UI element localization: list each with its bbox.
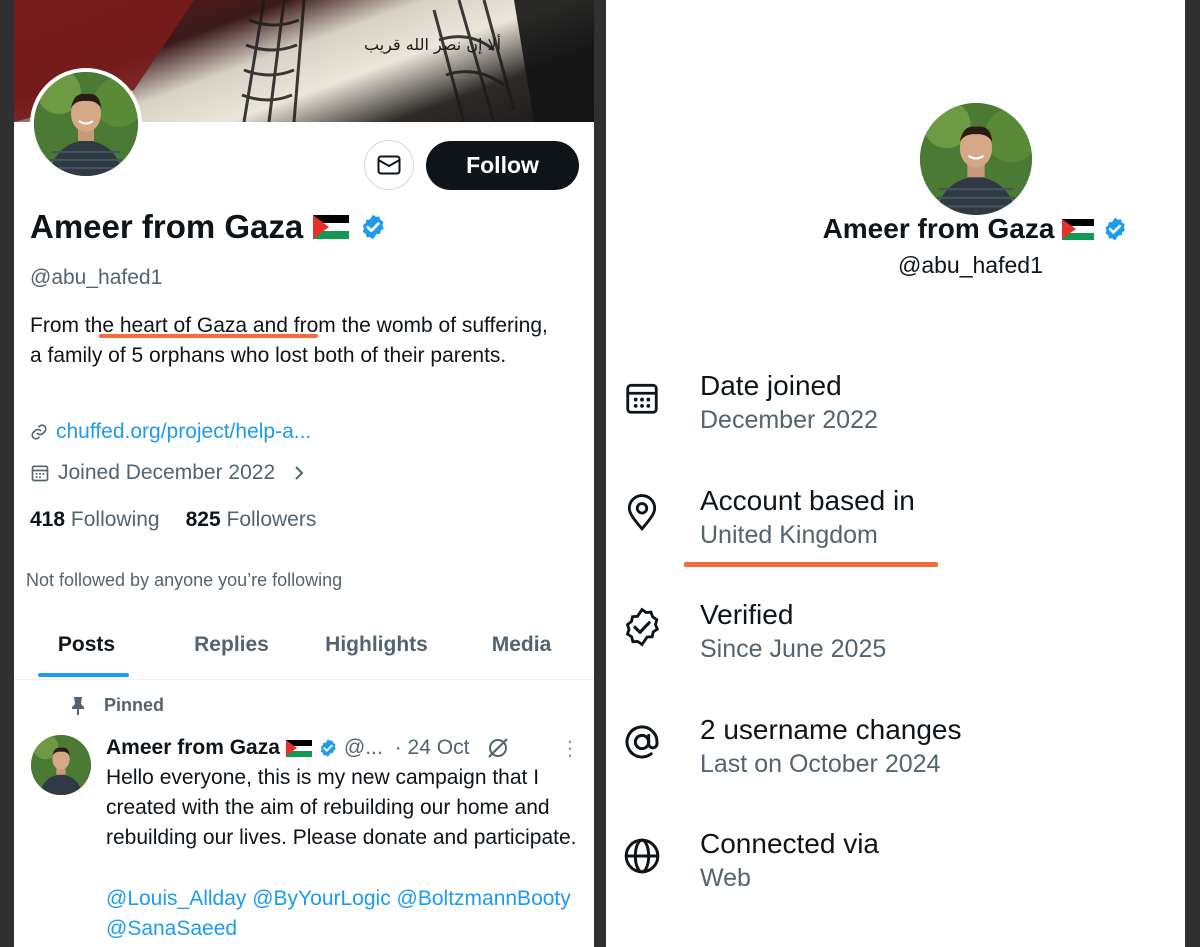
follow-button[interactable]: Follow	[426, 141, 579, 190]
info-title: Account based in	[700, 485, 915, 516]
mail-icon	[377, 155, 401, 175]
info-row-username-changes: 2 username changes Last on October 2024	[606, 714, 1185, 804]
profile-name-row: Ameer from Gaza	[30, 208, 387, 246]
info-title: Connected via	[700, 828, 880, 859]
info-value: Since June 2025	[700, 635, 887, 663]
info-row-connected-via: Connected via Web	[606, 828, 1185, 918]
pinned-indicator: Pinned	[70, 695, 164, 716]
calendar-icon	[622, 378, 662, 418]
info-row-date-joined: Date joined December 2022	[606, 370, 1185, 460]
about-name-row: Ameer from Gaza	[606, 213, 1185, 245]
profile-tabs: Posts Replies Highlights Media	[14, 610, 594, 680]
not-followed-note: Not followed by anyone you’re following	[26, 570, 343, 590]
info-value: United Kingdom	[700, 521, 878, 549]
joined-row[interactable]: Joined December 2022	[30, 461, 307, 485]
verified-badge-icon	[622, 607, 662, 647]
info-value: Last on October 2024	[700, 750, 941, 778]
tab-posts[interactable]: Posts	[14, 610, 159, 679]
post-header: Ameer from Gaza @... · 24 Oct	[106, 735, 511, 761]
info-title: Verified	[700, 599, 794, 630]
at-sign-icon	[622, 722, 662, 762]
post-date[interactable]: · 24 Oct	[395, 736, 470, 760]
followers-link[interactable]: 825 Followers	[186, 508, 317, 532]
verified-badge-icon[interactable]	[359, 213, 387, 241]
pinned-label: Pinned	[104, 695, 165, 715]
palestine-flag-icon	[313, 215, 350, 239]
grok-icon[interactable]	[485, 735, 511, 761]
palestine-flag-icon	[1062, 218, 1095, 240]
post-author-handle[interactable]: @...	[344, 736, 383, 760]
post-author-avatar[interactable]	[31, 735, 91, 795]
tab-highlights[interactable]: Highlights	[304, 610, 449, 679]
message-button[interactable]	[364, 140, 414, 190]
about-account-panel: Ameer from Gaza @abu_hafed1 Date joined …	[606, 0, 1185, 947]
info-title: Date joined	[700, 370, 842, 401]
tab-media[interactable]: Media	[449, 610, 594, 679]
profile-link-row[interactable]: chuffed.org/project/help-a...	[30, 420, 311, 444]
more-vertical-icon[interactable]: ⋮	[560, 736, 580, 761]
info-row-verified: Verified Since June 2025	[606, 599, 1185, 689]
verified-badge-icon	[320, 739, 336, 757]
info-value: December 2022	[700, 406, 878, 434]
link-icon	[31, 424, 47, 440]
globe-icon	[622, 836, 662, 876]
about-avatar[interactable]	[920, 103, 1032, 215]
post-text: Hello everyone, this is my new campaign …	[106, 766, 577, 849]
profile-avatar[interactable]	[30, 68, 142, 180]
profile-panel: ألا إن نصر الله قريب Follow Ameer from G…	[14, 0, 594, 947]
info-value: Web	[700, 864, 751, 892]
info-title: 2 username changes	[700, 714, 962, 745]
palestine-flag-icon	[285, 739, 312, 757]
tab-replies[interactable]: Replies	[159, 610, 304, 679]
pin-icon	[72, 696, 84, 715]
post-mentions[interactable]: @Louis_Allday @ByYourLogic @BoltzmannBoo…	[106, 884, 586, 944]
chevron-right-icon	[295, 466, 304, 480]
verified-badge-icon	[1106, 217, 1126, 241]
about-handle: @abu_hafed1	[898, 252, 1043, 278]
profile-name: Ameer from Gaza	[30, 208, 304, 245]
post-author-name[interactable]: Ameer from Gaza	[106, 736, 280, 760]
profile-link[interactable]: chuffed.org/project/help-a...	[56, 420, 311, 444]
profile-bio: From the heart of Gaza and from the womb…	[30, 314, 548, 367]
following-link[interactable]: 418 Following	[30, 508, 160, 532]
joined-text: Joined December 2022	[58, 461, 276, 484]
location-pin-icon	[622, 493, 662, 533]
location-highlight-underline	[684, 562, 938, 567]
about-name: Ameer from Gaza	[822, 213, 1055, 244]
follow-counts: 418 Following 825 Followers	[30, 508, 316, 532]
calendar-icon	[31, 465, 49, 482]
profile-handle: @abu_hafed1	[30, 266, 163, 289]
bio-highlight-underline	[99, 334, 318, 338]
banner-text: ألا إن نصر الله قريب	[364, 34, 501, 55]
